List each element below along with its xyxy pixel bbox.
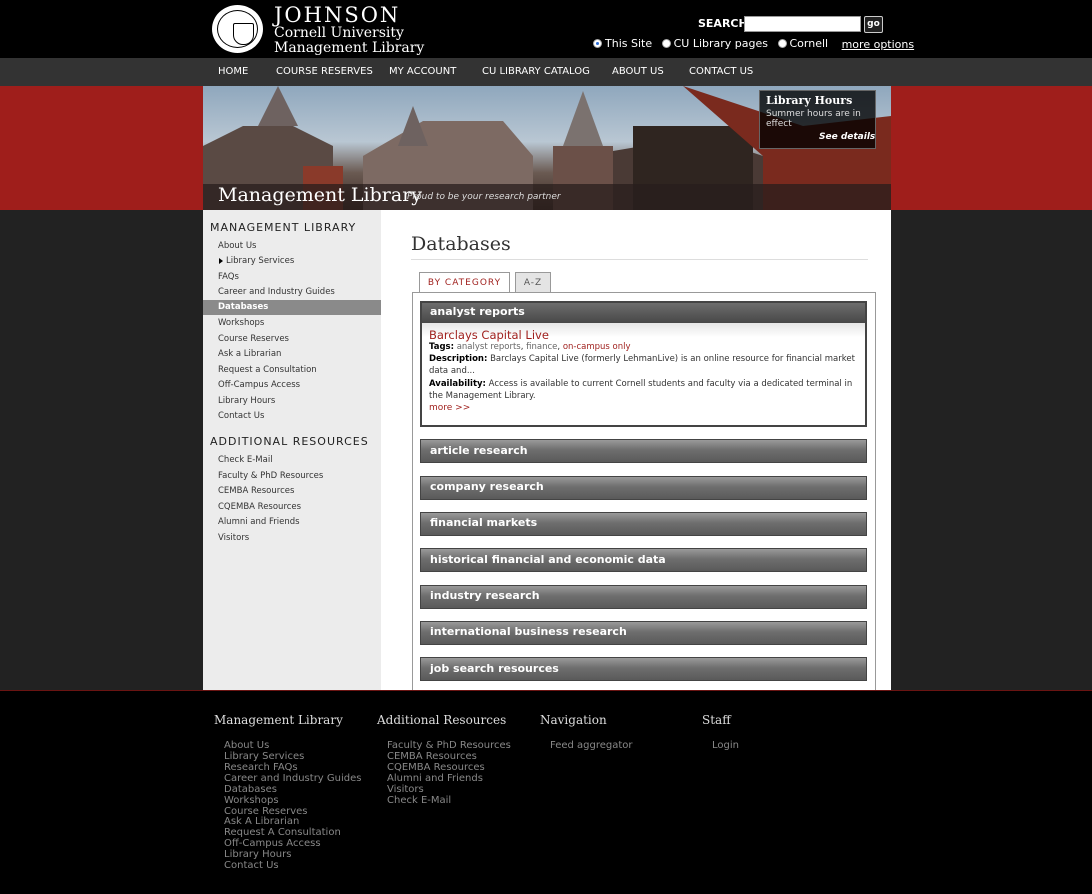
sidebar-heading-additional-resources: ADDITIONAL RESOURCES (210, 435, 369, 448)
nav-cu-library-catalog[interactable]: CU LIBRARY CATALOG (482, 66, 590, 77)
cornell-seal-logo[interactable] (210, 3, 265, 55)
radio-icon (661, 39, 671, 48)
sidebar-item-contact-us[interactable]: Contact Us (218, 411, 264, 421)
radio-icon (777, 39, 787, 48)
database-availability: Availability: Access is available to cur… (429, 379, 853, 401)
nav-contact-us[interactable]: CONTACT US (689, 66, 753, 77)
sidebar-item-career-guides[interactable]: Career and Industry Guides (218, 287, 335, 297)
footer-link-feed-aggregator[interactable]: Feed aggregator (550, 740, 633, 751)
category-label[interactable]: analyst reports (430, 305, 525, 318)
database-description: Description: Barclays Capital Live (form… (429, 354, 855, 376)
sidebar (203, 210, 381, 690)
search-scope-options: This Site CU Library pages Cornell more … (593, 37, 914, 51)
radio-cornell[interactable]: Cornell (777, 37, 828, 50)
category-label[interactable]: job search resources (430, 662, 559, 675)
site-header (0, 0, 1092, 58)
footer-link[interactable]: Career and Industry Guides (224, 773, 361, 784)
sidebar-item-faculty-phd[interactable]: Faculty & PhD Resources (218, 471, 323, 481)
nav-my-account[interactable]: MY ACCOUNT (389, 66, 456, 77)
footer-link[interactable]: Check E-Mail (387, 795, 451, 806)
footer-link-login[interactable]: Login (712, 740, 739, 751)
radio-cu-library-pages[interactable]: CU Library pages (661, 37, 768, 50)
sidebar-heading-management-library: MANAGEMENT LIBRARY (210, 221, 357, 234)
nav-course-reserves[interactable]: COURSE RESERVES (276, 66, 373, 77)
page-title: Databases (411, 233, 511, 255)
logo-subtitle-2: Management Library (274, 40, 425, 56)
footer-link[interactable]: Alumni and Friends (387, 773, 483, 784)
library-hours-title: Library Hours (766, 94, 853, 107)
more-link[interactable]: more >> (429, 403, 470, 413)
footer-link[interactable]: Library Services (224, 751, 304, 762)
nav-about-us[interactable]: ABOUT US (612, 66, 664, 77)
radio-selected-icon (593, 39, 602, 48)
expand-arrow-icon[interactable] (219, 258, 223, 264)
category-label[interactable]: industry research (430, 589, 540, 602)
footer-link[interactable]: Ask A Librarian (224, 816, 299, 827)
library-hours-text: Summer hours are in effect (766, 109, 861, 129)
footer-link[interactable]: About Us (224, 740, 269, 751)
banner-tagline: Proud to be your research partner (407, 192, 561, 202)
category-label[interactable]: article research (430, 444, 528, 457)
tag-on-campus-only[interactable]: on-campus only (563, 342, 631, 352)
footer-heading-staff: Staff (702, 713, 731, 727)
footer-link[interactable]: Off-Campus Access (224, 838, 321, 849)
title-divider (411, 259, 868, 260)
radio-this-site[interactable]: This Site (593, 37, 652, 50)
category-label[interactable]: financial markets (430, 516, 537, 529)
category-label[interactable]: company research (430, 480, 544, 493)
more-options-link[interactable]: more options (842, 38, 915, 51)
sidebar-item-databases[interactable]: Databases (218, 302, 268, 312)
footer-link[interactable]: Workshops (224, 795, 279, 806)
sidebar-item-request-consultation[interactable]: Request a Consultation (218, 365, 317, 375)
sidebar-item-alumni[interactable]: Alumni and Friends (218, 517, 300, 527)
search-input[interactable] (744, 16, 861, 32)
sidebar-item-course-reserves[interactable]: Course Reserves (218, 334, 289, 344)
sidebar-item-cemba[interactable]: CEMBA Resources (218, 486, 294, 496)
sidebar-item-visitors[interactable]: Visitors (218, 533, 249, 543)
nav-home[interactable]: HOME (218, 66, 248, 77)
sidebar-item-faqs[interactable]: FAQs (218, 272, 239, 282)
banner-title: Management Library (218, 184, 423, 206)
logo-title: JOHNSON (274, 3, 401, 27)
sidebar-item-library-services[interactable]: Library Services (226, 256, 294, 266)
site-logo-text[interactable]: JOHNSON Cornell University Management Li… (274, 4, 424, 56)
footer-link[interactable]: Contact Us (224, 860, 279, 871)
sidebar-item-workshops[interactable]: Workshops (218, 318, 264, 328)
sidebar-item-ask-a-librarian[interactable]: Ask a Librarian (218, 349, 281, 359)
footer-link[interactable]: Library Hours (224, 849, 291, 860)
category-label[interactable]: historical financial and economic data (430, 553, 666, 566)
footer-heading-management-library: Management Library (214, 713, 343, 727)
tag-analyst-reports[interactable]: analyst reports (457, 342, 521, 352)
search-go-button[interactable]: go (864, 16, 883, 33)
tag-finance[interactable]: finance (526, 342, 557, 352)
sidebar-item-cqemba[interactable]: CQEMBA Resources (218, 502, 301, 512)
category-label[interactable]: international business research (430, 625, 627, 638)
tab-a-z[interactable]: A-Z (515, 272, 551, 293)
footer-link[interactable]: CEMBA Resources (387, 751, 477, 762)
footer-link[interactable]: Request A Consultation (224, 827, 341, 838)
logo-subtitle-1: Cornell University (274, 25, 404, 41)
sidebar-item-off-campus-access[interactable]: Off-Campus Access (218, 380, 300, 390)
footer-heading-navigation: Navigation (540, 713, 607, 727)
footer-heading-additional-resources: Additional Resources (377, 713, 507, 727)
tab-by-category[interactable]: BY CATEGORY (419, 272, 510, 293)
database-tags: Tags: analyst reports, finance, on-campu… (429, 342, 631, 352)
database-title-link[interactable]: Barclays Capital Live (429, 328, 549, 342)
sidebar-item-check-email[interactable]: Check E-Mail (218, 455, 273, 465)
sidebar-item-about-us[interactable]: About Us (218, 241, 256, 251)
footer-link[interactable]: Research FAQs (224, 762, 298, 773)
footer-link[interactable]: CQEMBA Resources (387, 762, 485, 773)
see-details-link[interactable]: See details (819, 132, 875, 142)
footer-link[interactable]: Databases (224, 784, 277, 795)
sidebar-item-library-hours[interactable]: Library Hours (218, 396, 275, 406)
footer-link[interactable]: Visitors (387, 784, 424, 795)
footer-link[interactable]: Faculty & PhD Resources (387, 740, 511, 751)
